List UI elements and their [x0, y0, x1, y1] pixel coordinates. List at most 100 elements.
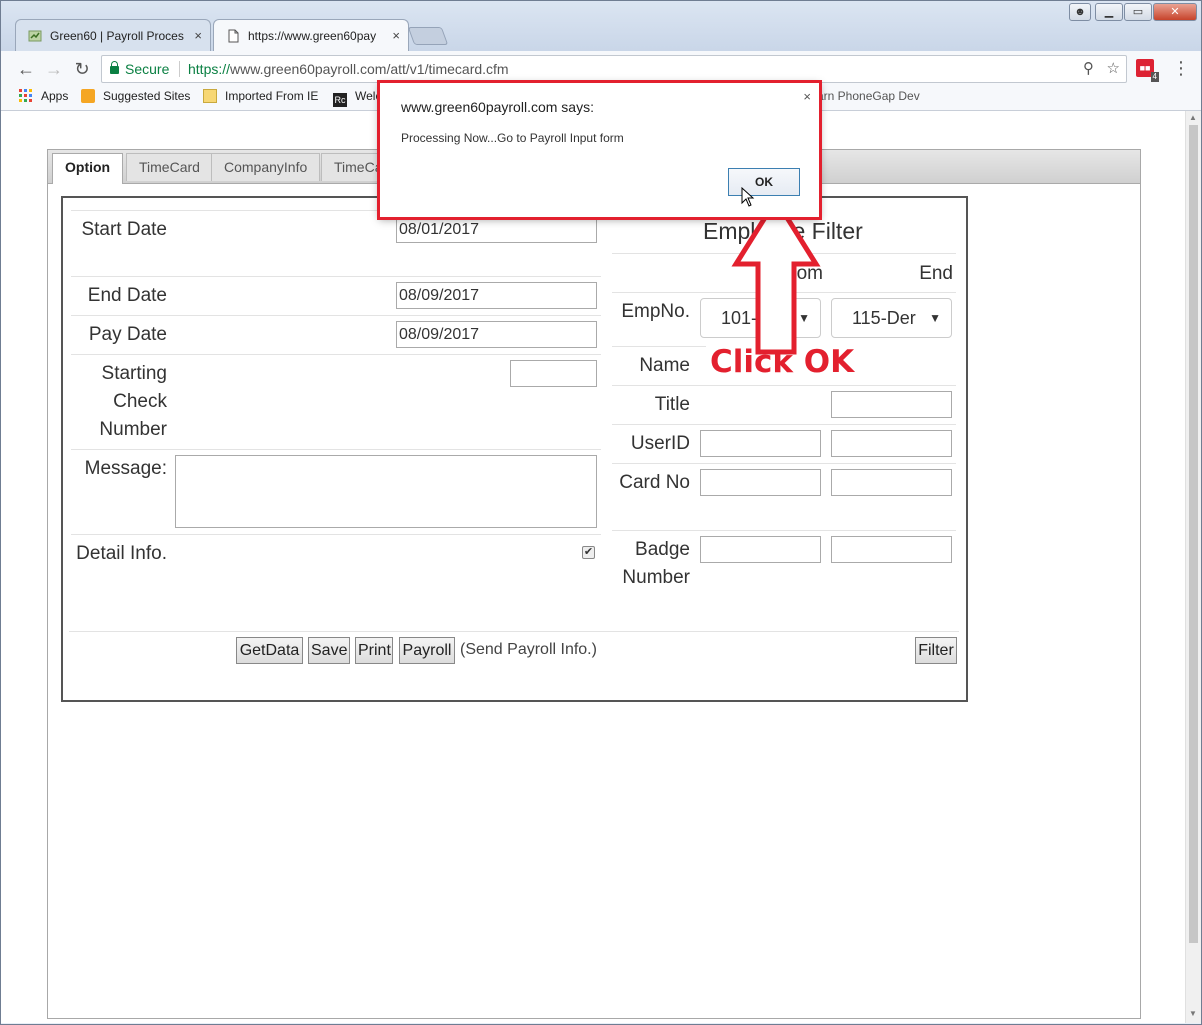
zoom-icon[interactable]: ⚲ [1083, 60, 1094, 77]
bookmark-imported-ie[interactable]: Imported From IE [203, 89, 318, 103]
close-window-button[interactable]: ✕ [1153, 3, 1197, 21]
empno-label: EmpNo. [621, 301, 690, 322]
tab-companyinfo[interactable]: CompanyInfo [211, 153, 321, 181]
url-scheme: https:// [188, 61, 231, 77]
row-divider [71, 315, 601, 316]
extension-badge: 4 [1150, 72, 1159, 82]
page-viewport: Option TimeCard CompanyInfo TimeCa Start… [1, 111, 1185, 1023]
bing-icon [81, 89, 95, 103]
start-date-label: Start Date [81, 219, 167, 240]
apps-grid-icon [19, 89, 32, 102]
end-date-input[interactable]: 08/09/2017 [396, 282, 597, 309]
bookmark-phonegap[interactable]: arn PhoneGap Dev [817, 89, 920, 103]
title-end-input[interactable] [831, 391, 952, 418]
starting-check-label: Starting Check Number [99, 363, 167, 440]
message-label: Message: [84, 458, 167, 479]
bookmark-welc[interactable]: Rc Welc [333, 89, 381, 107]
row-divider [71, 276, 601, 277]
url-separator [179, 61, 180, 77]
scroll-down-icon[interactable]: ▼ [1189, 1009, 1197, 1018]
omnibox-actions: ⚲ ☆ [1083, 56, 1120, 82]
starting-check-input[interactable] [510, 360, 597, 387]
payroll-note: (Send Payroll Info.) [460, 641, 597, 658]
back-icon[interactable]: ← [15, 59, 37, 79]
chrome-menu-icon[interactable]: ⋮ [1171, 57, 1191, 79]
tab-strip: Green60 | Payroll Proces × https://www.g… [1, 1, 1201, 51]
save-button[interactable]: Save [308, 637, 350, 664]
up-arrow-icon [731, 196, 821, 355]
reload-icon[interactable]: ↻ [71, 59, 93, 79]
rc-icon: Rc [333, 93, 347, 107]
userid-end-input[interactable] [831, 430, 952, 457]
folder-icon [203, 89, 217, 103]
pay-date-input[interactable]: 08/09/2017 [396, 321, 597, 348]
filter-button[interactable]: Filter [915, 637, 957, 664]
row-divider [612, 530, 956, 531]
site-favicon-icon [28, 30, 42, 42]
browser-tab-timecard[interactable]: https://www.green60pay × [213, 19, 409, 51]
tab-close-icon[interactable]: × [392, 20, 400, 51]
tab-close-icon[interactable]: × [194, 20, 202, 51]
message-textarea[interactable] [175, 455, 597, 528]
name-label: Name [639, 355, 690, 376]
browser-tab-payroll[interactable]: Green60 | Payroll Proces × [15, 19, 211, 51]
option-tabs: Option TimeCard CompanyInfo TimeCa Start… [47, 149, 1141, 1019]
tab-timecard[interactable]: TimeCard [126, 153, 213, 181]
card-no-label: Card No [619, 472, 690, 493]
badge-from-input[interactable] [700, 536, 821, 563]
option-panel: Start Date 08/01/2017 End Date 08/09/201… [61, 196, 968, 702]
empno-end-select[interactable]: 115-Der ▼ [831, 298, 952, 338]
tab-option[interactable]: Option [52, 153, 124, 184]
url-text[interactable]: https://www.green60payroll.com/att/v1/ti… [188, 56, 509, 82]
browser-tab-title: https://www.green60pay [248, 29, 377, 43]
end-label: End [919, 263, 953, 284]
bookmark-label: Imported From IE [225, 89, 319, 103]
detail-info-label: Detail Info. [76, 543, 167, 564]
end-date-label: End Date [87, 285, 167, 306]
bookmark-star-icon[interactable]: ☆ [1107, 60, 1120, 77]
card-no-from-input[interactable] [700, 469, 821, 496]
user-icon[interactable]: ☻ [1069, 3, 1091, 21]
userid-from-input[interactable] [700, 430, 821, 457]
start-date-input[interactable]: 08/01/2017 [396, 216, 597, 243]
tab-timecard-2[interactable]: TimeCa [321, 153, 381, 181]
bookmark-label: Suggested Sites [103, 89, 191, 103]
vertical-scrollbar[interactable]: ▲ ▼ [1185, 111, 1201, 1023]
userid-label: UserID [630, 433, 690, 454]
pay-date-label: Pay Date [88, 324, 167, 345]
maximize-button[interactable]: ▭ [1124, 3, 1152, 21]
scroll-up-icon[interactable]: ▲ [1189, 113, 1197, 122]
row-divider [71, 534, 601, 535]
detail-info-checkbox[interactable]: ✔ [582, 546, 595, 559]
bookmark-apps[interactable]: Apps [19, 89, 68, 103]
extension-icon[interactable]: ■■ 4 [1136, 59, 1159, 82]
row-divider [69, 631, 959, 632]
lock-icon [110, 61, 119, 74]
row-divider [71, 449, 601, 450]
url-path: /att/v1/timecard.cfm [386, 61, 509, 77]
secure-indicator[interactable]: Secure [110, 56, 169, 82]
dropdown-arrow-icon: ▼ [929, 311, 941, 325]
row-divider [612, 385, 956, 386]
badge-end-input[interactable] [831, 536, 952, 563]
address-bar[interactable]: Secure https://www.green60payroll.com/at… [101, 55, 1127, 83]
row-divider [612, 424, 956, 425]
bookmark-label: Apps [41, 89, 69, 103]
title-label: Title [654, 394, 690, 415]
forward-icon[interactable]: → [43, 59, 65, 79]
getdata-button[interactable]: GetData [236, 637, 303, 664]
secure-label: Secure [125, 61, 170, 77]
card-no-end-input[interactable] [831, 469, 952, 496]
print-button[interactable]: Print [355, 637, 393, 664]
browser-tab-title: Green60 | Payroll Proces [50, 29, 184, 43]
bookmark-label: arn PhoneGap Dev [817, 89, 920, 103]
new-tab-button[interactable] [407, 27, 449, 45]
payroll-button[interactable]: Payroll [399, 637, 455, 664]
scroll-thumb[interactable] [1189, 125, 1198, 943]
row-divider [612, 463, 956, 464]
bookmark-suggested-sites[interactable]: Suggested Sites [81, 89, 190, 103]
badge-number-label: Badge Number [622, 539, 690, 588]
dialog-highlight-frame [377, 80, 822, 220]
minimize-button[interactable]: ▁ [1095, 3, 1123, 21]
empno-end-value: 115-Der [852, 308, 916, 328]
